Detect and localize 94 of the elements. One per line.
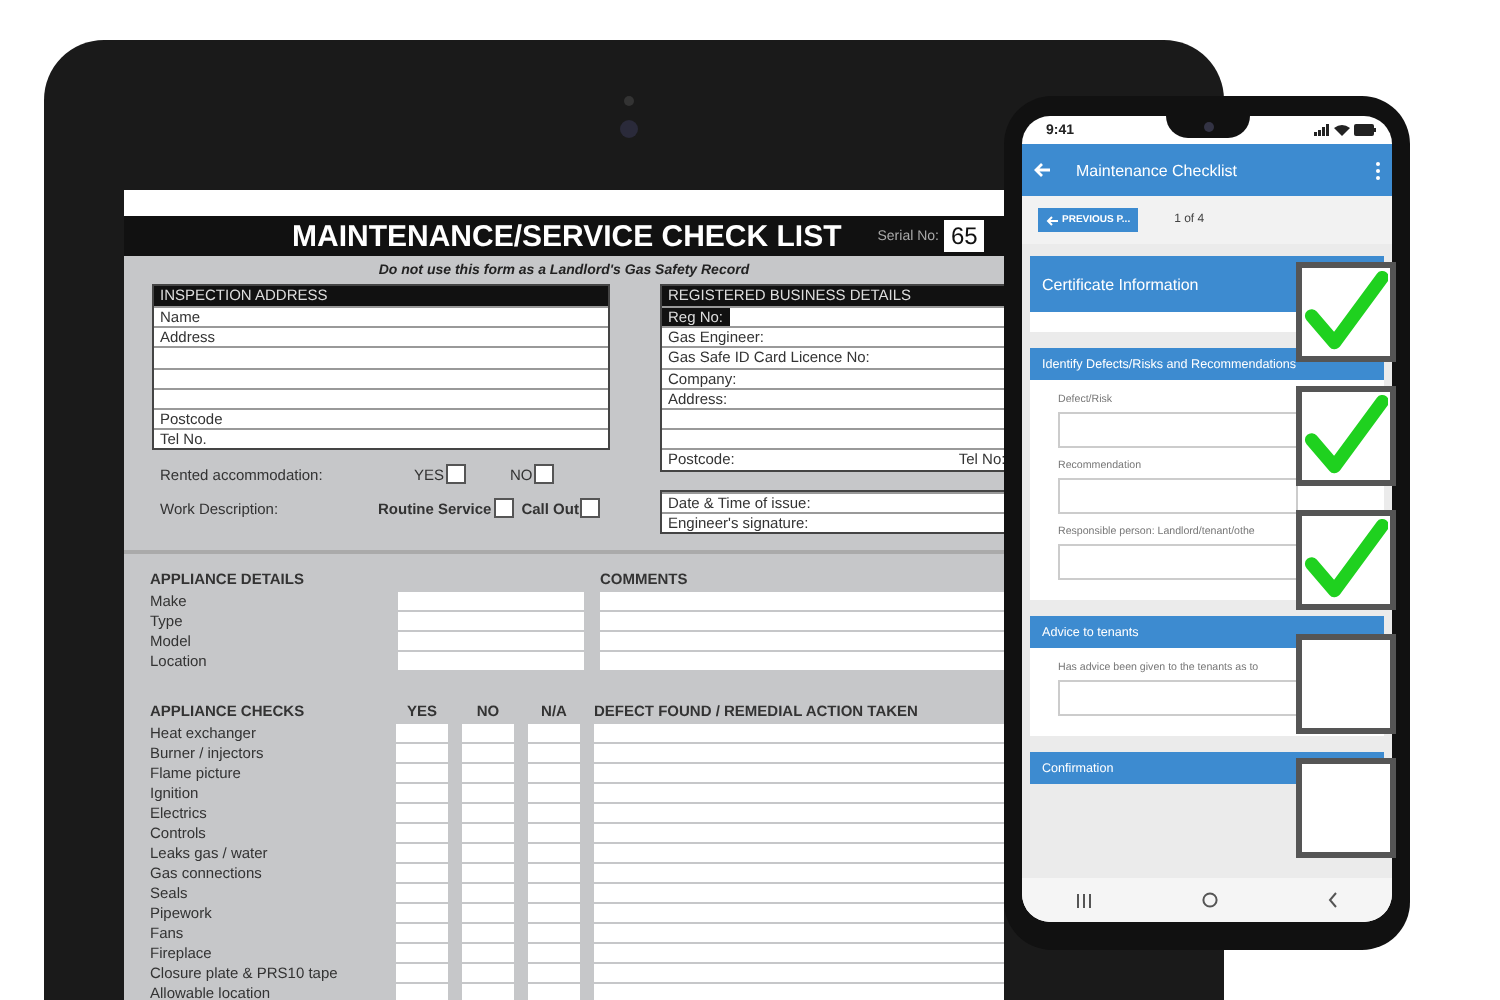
camera-icon	[620, 120, 638, 138]
action-field[interactable]	[594, 723, 1004, 742]
answer-box[interactable]	[462, 943, 514, 962]
answer-box[interactable]	[528, 903, 580, 922]
app-title: Maintenance Checklist	[1076, 161, 1239, 179]
checkbox[interactable]	[1296, 510, 1396, 610]
answer-box[interactable]	[462, 843, 514, 862]
action-field[interactable]	[594, 883, 1004, 902]
answer-box[interactable]	[462, 743, 514, 762]
checkbox[interactable]	[1296, 262, 1396, 362]
answer-box[interactable]	[396, 843, 448, 862]
answer-box[interactable]	[528, 803, 580, 822]
battery-icon	[1354, 124, 1376, 136]
checkbox[interactable]	[1296, 758, 1396, 858]
input-field[interactable]	[398, 631, 584, 650]
answer-box[interactable]	[528, 823, 580, 842]
answer-box[interactable]	[396, 723, 448, 742]
action-field[interactable]	[594, 963, 1004, 982]
input-field[interactable]	[398, 591, 584, 610]
answer-box[interactable]	[462, 783, 514, 802]
answer-box[interactable]	[462, 863, 514, 882]
answer-box[interactable]	[396, 743, 448, 762]
action-field[interactable]	[594, 923, 1004, 942]
answer-box[interactable]	[528, 943, 580, 962]
answer-box[interactable]	[462, 823, 514, 842]
input-field[interactable]	[1058, 412, 1298, 448]
action-field[interactable]	[594, 943, 1004, 962]
answer-box[interactable]	[462, 963, 514, 982]
answer-box[interactable]	[528, 783, 580, 802]
input-field[interactable]	[1058, 680, 1298, 716]
home-icon[interactable]	[1201, 892, 1218, 908]
answer-box[interactable]	[528, 963, 580, 982]
check-mark-icon	[1304, 394, 1388, 478]
comment-field[interactable]	[600, 651, 1004, 670]
answer-box[interactable]	[396, 883, 448, 902]
check-mark-icon	[1304, 270, 1388, 354]
action-field[interactable]	[594, 823, 1004, 842]
action-field[interactable]	[594, 783, 1004, 802]
action-field[interactable]	[594, 763, 1004, 782]
left-arrow-icon	[1046, 215, 1058, 225]
answer-box[interactable]	[396, 943, 448, 962]
checkbox[interactable]	[1296, 634, 1396, 734]
answer-box[interactable]	[462, 883, 514, 902]
serial-number: 65	[944, 220, 984, 252]
answer-box[interactable]	[396, 783, 448, 802]
answer-box[interactable]	[396, 823, 448, 842]
checkbox[interactable]	[534, 464, 555, 485]
input-field[interactable]	[398, 651, 584, 670]
check-mark-icon	[1304, 518, 1388, 602]
back-arrow-icon[interactable]	[1034, 162, 1052, 178]
input-field[interactable]	[398, 611, 584, 630]
form-title: MAINTENANCE/SERVICE CHECK LIST	[292, 219, 842, 253]
answer-box[interactable]	[396, 963, 448, 982]
answer-box[interactable]	[528, 763, 580, 782]
action-field[interactable]	[594, 983, 1004, 1000]
wifi-icon	[1334, 124, 1350, 136]
answer-box[interactable]	[462, 903, 514, 922]
checkbox[interactable]	[580, 498, 601, 519]
answer-box[interactable]	[462, 723, 514, 742]
input-field[interactable]	[1058, 544, 1298, 580]
answer-box[interactable]	[528, 883, 580, 902]
comment-field[interactable]	[600, 631, 1004, 650]
action-field[interactable]	[594, 863, 1004, 882]
recent-apps-icon[interactable]	[1076, 893, 1093, 907]
action-field[interactable]	[594, 903, 1004, 922]
answer-box[interactable]	[462, 923, 514, 942]
comment-field[interactable]	[600, 611, 1004, 630]
input-field[interactable]	[729, 308, 1004, 327]
action-field[interactable]	[594, 743, 1004, 762]
camera-icon	[1203, 122, 1213, 132]
back-icon[interactable]	[1327, 892, 1338, 908]
answer-box[interactable]	[462, 983, 514, 1000]
answer-box[interactable]	[396, 903, 448, 922]
action-field[interactable]	[594, 843, 1004, 862]
answer-box[interactable]	[396, 863, 448, 882]
input-field[interactable]	[1058, 478, 1298, 514]
answer-box[interactable]	[396, 803, 448, 822]
checkbox[interactable]	[493, 498, 514, 519]
answer-box[interactable]	[528, 983, 580, 1000]
answer-box[interactable]	[396, 983, 448, 1000]
comment-field[interactable]	[600, 591, 1004, 610]
answer-box[interactable]	[396, 763, 448, 782]
signal-icon	[1314, 124, 1330, 136]
answer-box[interactable]	[462, 803, 514, 822]
answer-box[interactable]	[528, 923, 580, 942]
checkbox[interactable]	[446, 464, 467, 485]
checkbox[interactable]	[1296, 386, 1396, 486]
action-field[interactable]	[594, 803, 1004, 822]
answer-box[interactable]	[528, 743, 580, 762]
answer-box[interactable]	[528, 843, 580, 862]
answer-box[interactable]	[462, 763, 514, 782]
answer-box[interactable]	[528, 863, 580, 882]
answer-box[interactable]	[396, 923, 448, 942]
answer-box[interactable]	[528, 723, 580, 742]
